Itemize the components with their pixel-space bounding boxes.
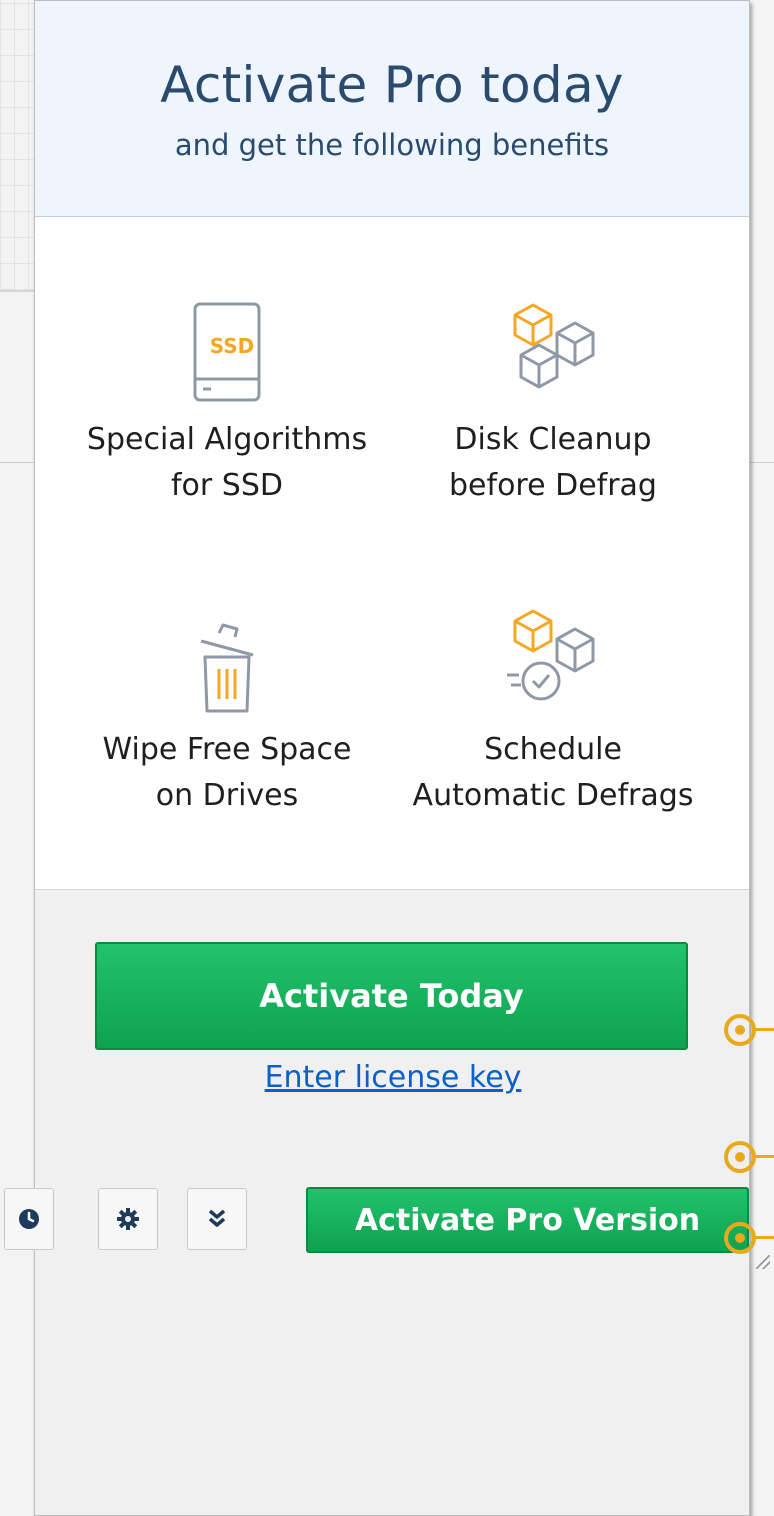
annotation-line (754, 1028, 774, 1031)
benefit-label: Schedule Automatic Defrags (412, 732, 694, 813)
trash-bin-icon (200, 623, 254, 713)
resize-grip[interactable] (756, 1255, 770, 1269)
popup-subtitle: and get the following benefits (174, 128, 610, 162)
cubes-schedule-icon (507, 609, 595, 701)
benefit-disk-cleanup: Disk Cleanup before Defrag (383, 297, 723, 509)
activate-today-button[interactable]: Activate Today (95, 942, 688, 1050)
background-grid (0, 0, 36, 290)
annotation-marker (724, 1141, 756, 1173)
background-panel (750, 0, 774, 1271)
annotation-marker (724, 1014, 756, 1046)
benefit-label: Disk Cleanup before Defrag (449, 422, 657, 503)
benefits-grid: SSD Special Algorithms for SSD Disk Clea… (35, 217, 749, 891)
benefit-label: Special Algorithms for SSD (86, 422, 368, 503)
gear-icon (117, 1208, 139, 1230)
annotation-line (754, 1236, 774, 1239)
clock-icon (19, 1209, 39, 1229)
svg-text:SSD: SSD (210, 334, 255, 358)
benefit-ssd: SSD Special Algorithms for SSD (57, 297, 397, 509)
settings-button[interactable] (98, 1188, 158, 1250)
enter-license-key-link[interactable]: Enter license key (35, 1060, 749, 1095)
activate-pro-version-button[interactable]: Activate Pro Version (306, 1187, 749, 1253)
cubes-cleanup-icon (513, 303, 595, 389)
background-divider (0, 290, 36, 292)
chevron-double-down-icon (208, 1209, 226, 1227)
popup-title: Activate Pro today (160, 56, 624, 114)
annotation-marker (724, 1222, 756, 1254)
activate-pro-popup: Activate Pro today and get the following… (34, 0, 750, 1516)
benefit-schedule-defrags: Schedule Automatic Defrags (383, 607, 723, 819)
annotation-line (754, 1155, 774, 1158)
benefit-label: Wipe Free Space on Drives (102, 732, 352, 813)
background-divider (750, 462, 774, 463)
background-divider (0, 462, 36, 463)
benefit-wipe-free-space: Wipe Free Space on Drives (57, 607, 397, 819)
popup-header: Activate Pro today and get the following… (35, 1, 749, 217)
schedule-button[interactable] (4, 1188, 54, 1250)
ssd-icon: SSD (193, 302, 261, 402)
expand-button[interactable] (187, 1188, 247, 1250)
